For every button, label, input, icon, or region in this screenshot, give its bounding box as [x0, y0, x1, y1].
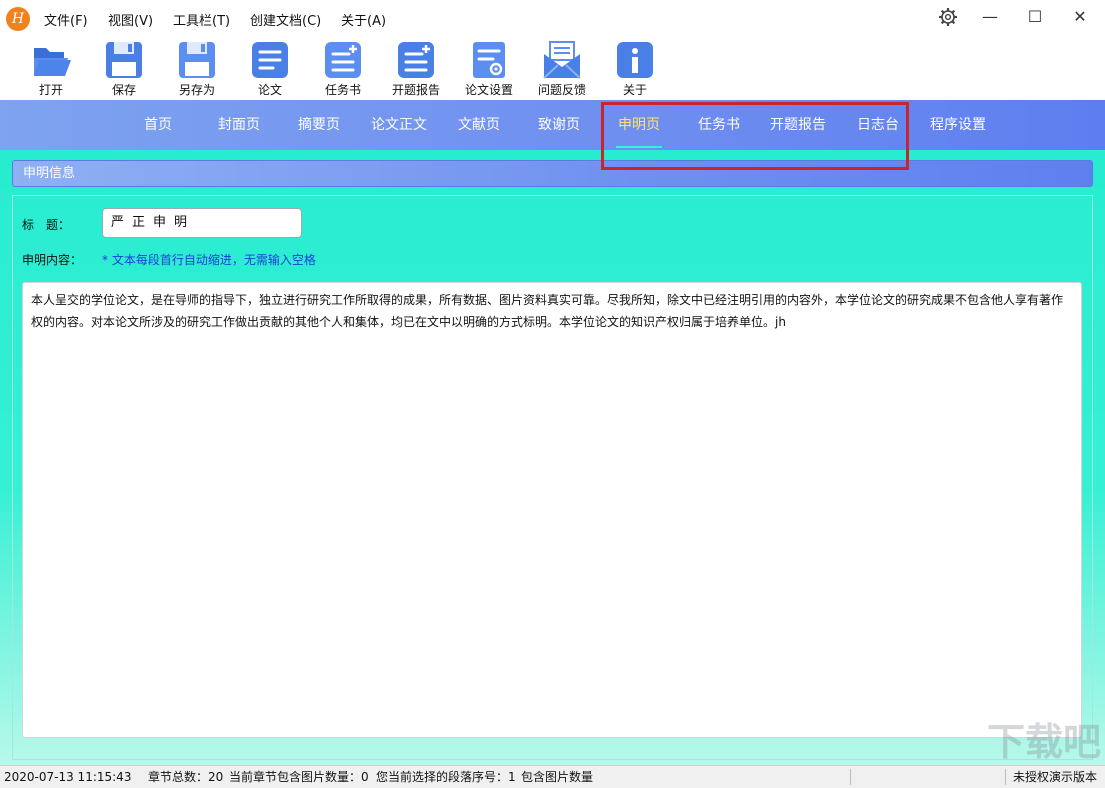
document-button[interactable]: 论文 — [238, 40, 302, 98]
menu-toolbar[interactable]: 工具栏(T) — [173, 10, 230, 29]
document-icon — [252, 42, 288, 78]
indent-hint: * 文本每段首行自动缩进，无需输入空格 — [102, 253, 316, 267]
open-button[interactable]: 打开 — [19, 40, 83, 98]
document-settings-icon — [473, 42, 505, 78]
feedback-mail-icon — [543, 41, 581, 79]
menu-view[interactable]: 视图(V) — [108, 10, 153, 29]
task-book-button[interactable]: 任务书 — [311, 40, 375, 98]
status-divider — [1005, 769, 1006, 785]
menu-about[interactable]: 关于(A) — [341, 10, 386, 29]
tab-main-text[interactable]: 论文正文 — [366, 100, 432, 150]
tab-abstract[interactable]: 摘要页 — [290, 100, 348, 150]
title-input[interactable]: 严正申明 — [102, 208, 302, 238]
save-as-button[interactable]: 另存为 — [165, 40, 229, 98]
content-area: 申明信息 标 题： 严正申明 申明内容： * 文本每段首行自动缩进，无需输入空格… — [0, 150, 1105, 765]
save-button[interactable]: 保存 — [92, 40, 156, 98]
tab-program-settings[interactable]: 程序设置 — [924, 100, 992, 150]
folder-open-icon — [34, 48, 71, 76]
content-label: 申明内容： — [22, 253, 83, 267]
watermark-logo: 下载吧 — [986, 720, 1101, 764]
section-title: 申明信息 — [23, 166, 76, 181]
save-icon — [106, 42, 142, 78]
declaration-content-textarea[interactable]: 本人呈交的学位论文，是在导师的指导下，独立进行研究工作所取得的成果，所有数据、图… — [22, 282, 1082, 738]
save-as-icon — [179, 42, 215, 78]
menu-file[interactable]: 文件(F) — [44, 10, 88, 29]
status-paragraph-images: 包含图片数量 — [521, 770, 594, 784]
menu-create-document[interactable]: 创建文档(C) — [250, 10, 321, 29]
app-logo-icon: H — [6, 7, 30, 31]
status-divider — [850, 769, 851, 785]
proposal-report-icon — [398, 42, 434, 78]
settings-gear-icon[interactable] — [928, 4, 968, 30]
tab-acknowledgements[interactable]: 致谢页 — [530, 100, 588, 150]
maximize-button[interactable]: ☐ — [1015, 4, 1055, 30]
about-button[interactable]: 关于 — [603, 40, 667, 98]
status-paragraph-index: 您当前选择的段落序号：1 — [376, 770, 516, 784]
status-datetime: 2020-07-13 11:15:43 — [4, 770, 132, 784]
minimize-button[interactable]: — — [970, 4, 1010, 30]
status-license: 未授权演示版本 — [1013, 770, 1098, 784]
toolbar: 打开 保存 另存为 论文 任务书 开题报告 论文设置 问题反馈 关于 — [0, 34, 1105, 100]
annotation-highlight-box — [601, 102, 909, 170]
tab-references[interactable]: 文献页 — [450, 100, 508, 150]
status-bar: 2020-07-13 11:15:43 章节总数：20 当前章节包含图片数量：0… — [0, 765, 1105, 788]
page-nav: 首页 封面页 摘要页 论文正文 文献页 致谢页 申明页 任务书 开题报告 日志台… — [0, 100, 1105, 150]
status-chapter-images: 当前章节包含图片数量：0 — [229, 770, 369, 784]
status-chapter-count: 章节总数：20 — [148, 770, 224, 784]
proposal-report-button[interactable]: 开题报告 — [384, 40, 448, 98]
title-bar: H 文件(F) 视图(V) 工具栏(T) 创建文档(C) 关于(A) — ☐ ✕ — [0, 0, 1105, 34]
title-label: 标 题： — [22, 218, 71, 232]
close-button[interactable]: ✕ — [1060, 4, 1100, 30]
document-settings-button[interactable]: 论文设置 — [457, 40, 521, 98]
feedback-button[interactable]: 问题反馈 — [530, 40, 594, 98]
tab-cover[interactable]: 封面页 — [210, 100, 268, 150]
section-header: 申明信息 — [12, 160, 1093, 187]
tab-home[interactable]: 首页 — [132, 100, 184, 150]
task-book-icon — [325, 42, 361, 78]
info-icon — [617, 42, 653, 78]
